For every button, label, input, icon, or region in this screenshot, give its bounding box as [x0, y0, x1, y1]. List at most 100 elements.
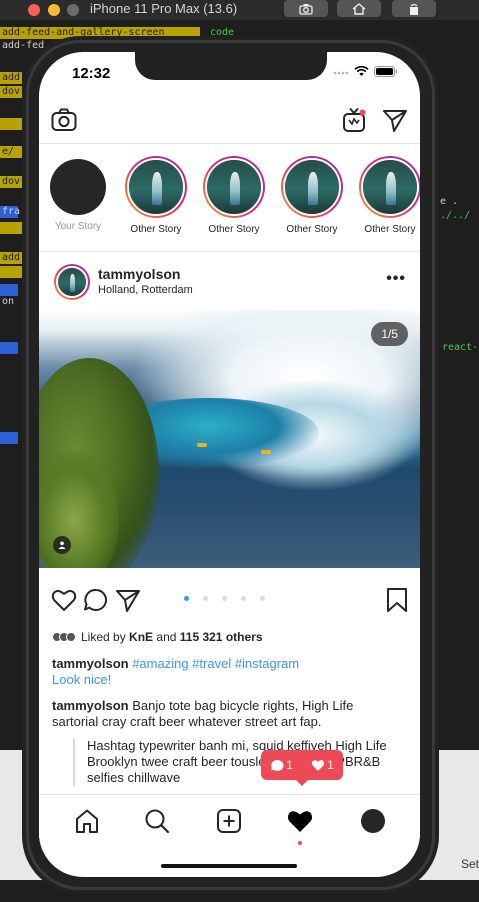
search-icon — [145, 809, 170, 834]
editor-highlight — [0, 222, 22, 234]
notch — [135, 52, 327, 80]
igtv-icon[interactable] — [342, 107, 366, 133]
activity-like-count: 1 — [327, 758, 334, 772]
simulator-title-bar: iPhone 11 Pro Max (13.6) — [0, 0, 479, 20]
minimize-window-button[interactable] — [48, 4, 60, 16]
editor-fragment: react- — [442, 342, 479, 353]
rotate-button[interactable] — [392, 0, 436, 17]
background-label: Set — [460, 857, 479, 871]
bookmark-icon[interactable] — [386, 587, 408, 613]
paper-plane-icon[interactable] — [382, 108, 408, 132]
post-username[interactable]: tammyolson — [98, 266, 180, 282]
post-actions — [39, 568, 420, 628]
screenshot-button[interactable] — [284, 0, 328, 17]
post-image[interactable]: 1/5 — [39, 310, 420, 568]
story-label: Other Story — [364, 224, 416, 235]
comment-username[interactable]: tammyolson — [52, 698, 129, 713]
editor-fragment: add — [2, 72, 21, 83]
post-location[interactable]: Holland, Rotterdam — [98, 284, 193, 296]
caption-username[interactable]: tammyolson — [52, 656, 129, 671]
carousel-dot — [203, 596, 208, 601]
heart-icon — [287, 811, 313, 832]
story-ring — [125, 156, 187, 218]
carousel-dots — [184, 596, 265, 601]
editor-selection — [0, 342, 18, 354]
camera-icon — [299, 3, 313, 15]
likes-text: Liked by KnE and 115 321 others — [81, 630, 263, 644]
camera-icon[interactable] — [51, 108, 77, 132]
feed-header — [39, 100, 420, 144]
activity-comment-count: 1 — [286, 758, 293, 772]
heart-outline-icon[interactable] — [51, 588, 77, 612]
quote-line: Hashtag typewriter banh mi, squid keffiy… — [87, 738, 387, 753]
post-avatar[interactable] — [54, 264, 90, 300]
close-window-button[interactable] — [28, 4, 40, 16]
add-post-icon — [217, 809, 241, 833]
quote-line: Brooklyn twee craft beer tousled chillwa… — [87, 754, 381, 769]
home-icon — [76, 809, 98, 833]
quoted-text: Hashtag typewriter banh mi, squid keffiy… — [73, 738, 403, 786]
comment-icon[interactable] — [83, 588, 109, 612]
home-button[interactable] — [337, 0, 381, 17]
simulator-title: iPhone 11 Pro Max (13.6) — [90, 1, 238, 16]
caption-hashtags[interactable]: #amazing #travel #instagram — [132, 656, 299, 671]
tab-search[interactable] — [143, 807, 171, 835]
profile-icon — [361, 809, 385, 833]
editor-fragment: on — [2, 296, 15, 307]
story-label: Other Story — [208, 224, 260, 235]
story-ring — [281, 156, 343, 218]
story-ring — [203, 156, 265, 218]
editor-fragment: e/ — [2, 146, 15, 157]
comment: tammyolson Banjo tote bag bicycle rights… — [52, 698, 402, 730]
image-counter: 1/5 — [371, 322, 408, 346]
home-indicator[interactable] — [161, 864, 297, 868]
carousel-dot — [260, 596, 265, 601]
editor-fragment: dov — [2, 176, 21, 187]
wifi-icon — [354, 66, 369, 76]
image-surfer — [197, 443, 207, 447]
more-options-button[interactable]: ••• — [386, 270, 406, 288]
editor-fragment: add — [2, 252, 21, 263]
caption-link[interactable]: Look nice! — [52, 672, 111, 688]
status-indicators — [333, 66, 398, 77]
editor-selection — [0, 284, 18, 296]
editor-highlight — [0, 266, 22, 278]
editor-highlight — [0, 118, 22, 130]
editor-fragment: ./../ — [440, 210, 471, 221]
quote-line: selfies chillwave — [87, 770, 181, 785]
phone-screen: 12:32 Your Story Other Story Other Story… — [39, 52, 420, 877]
share-icon[interactable] — [115, 588, 141, 612]
likes-summary[interactable]: Liked by KnE and 115 321 others — [52, 630, 263, 644]
story-your-story[interactable]: Your Story — [41, 156, 115, 232]
your-story-avatar — [50, 159, 106, 215]
tab-home[interactable] — [73, 807, 101, 835]
story-label: Other Story — [286, 224, 338, 235]
tab-profile[interactable] — [359, 807, 387, 835]
story-thumbnail — [129, 160, 183, 214]
tab-add-post[interactable] — [215, 807, 243, 835]
editor-selection — [0, 432, 18, 444]
liker-avatar — [66, 632, 76, 642]
home-icon — [352, 2, 366, 15]
image-surfer — [261, 450, 271, 454]
story-ring — [359, 156, 420, 218]
story-item[interactable]: Other Story — [353, 156, 420, 235]
story-thumbnail — [207, 160, 261, 214]
story-thumbnail — [285, 160, 339, 214]
caption: tammyolson #amazing #travel #instagram — [52, 656, 299, 672]
user-tag-button[interactable] — [53, 536, 71, 554]
editor-line: add-fed — [2, 40, 45, 51]
carousel-dot — [241, 596, 246, 601]
tab-activity[interactable] — [286, 807, 314, 835]
stories-row: Your Story Other Story Other Story Other… — [39, 144, 420, 252]
zoom-window-button[interactable] — [67, 4, 79, 16]
story-item[interactable]: Other Story — [275, 156, 349, 235]
story-item[interactable]: Other Story — [197, 156, 271, 235]
status-time: 12:32 — [72, 65, 111, 82]
person-icon — [58, 541, 66, 549]
activity-indicator-dot — [298, 841, 302, 845]
post-header: tammyolson Holland, Rotterdam ••• — [39, 252, 420, 310]
editor-fragment: e . — [440, 196, 459, 207]
activity-popup[interactable]: 1 1 — [261, 750, 343, 786]
story-item[interactable]: Other Story — [119, 156, 193, 235]
